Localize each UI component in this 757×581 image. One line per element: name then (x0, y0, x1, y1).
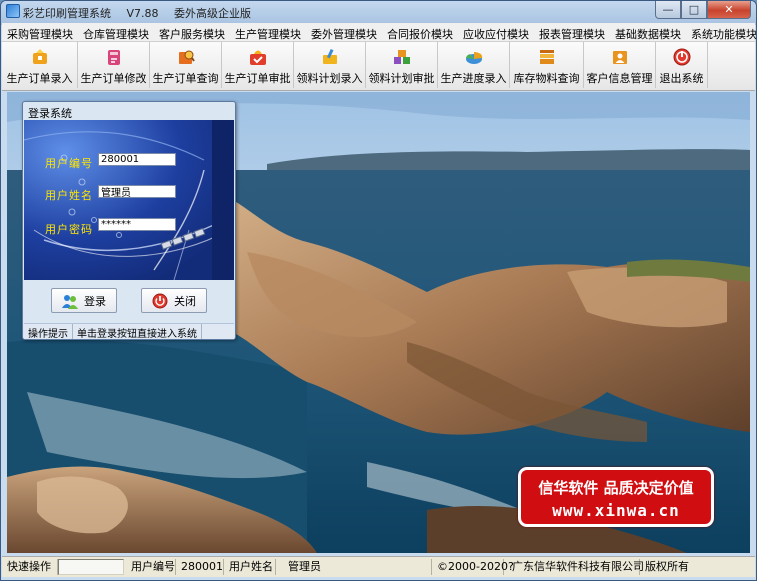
material-approve-icon (393, 50, 410, 64)
order-approve-icon (249, 50, 266, 65)
maximize-button[interactable]: □ (681, 1, 707, 19)
menu-production[interactable]: 生产管理模块 (230, 23, 306, 41)
hint-text: 单击登录按钮直接进入系统 (73, 324, 202, 340)
power-icon (152, 293, 168, 308)
users-icon (62, 294, 78, 309)
menu-reports[interactable]: 报表管理模块 (534, 23, 610, 41)
status-company: 广东信华软件科技有限公司 (504, 559, 644, 575)
menu-outsourcing[interactable]: 委外管理模块 (306, 23, 382, 41)
user-name-input[interactable] (98, 185, 176, 198)
status-user-name-value: 管理员 (276, 559, 432, 575)
customer-icon (612, 51, 627, 64)
toolbar-progress-button[interactable]: 生产进度录入 (438, 42, 510, 88)
toolbar-label: 生产订单录入 (6, 72, 73, 85)
status-user-id-value: 280001 (176, 559, 224, 575)
login-banner: 用户编号 用户姓名 用户密码 (24, 120, 234, 280)
promo-url: www.xinwa.cn (552, 501, 680, 520)
menu-bar: 采购管理模块 仓库管理模块 客户服务模块 生产管理模块 委外管理模块 合同报价模… (2, 23, 756, 42)
status-bar: 快速操作 用户编号 280001 用户姓名 管理员 ©2000-2020? 广东… (2, 556, 755, 577)
cancel-button-label: 关闭 (174, 294, 196, 308)
status-copyright: ©2000-2020? (432, 559, 514, 575)
menu-system[interactable]: 系统功能模块 (686, 23, 756, 41)
hint-label: 操作提示 (24, 324, 73, 340)
toolbar-label: 生产进度录入 (440, 72, 507, 85)
material-plan-icon (322, 48, 337, 64)
status-rights: 版权所有 (645, 560, 689, 573)
user-name-label: 用户姓名 (45, 189, 93, 202)
status-quick-ops[interactable]: 快速操作 (2, 559, 58, 575)
toolbar-label: 客户信息管理 (586, 72, 653, 85)
minimize-button[interactable]: — (655, 1, 681, 19)
menu-purchase[interactable]: 采购管理模块 (2, 23, 78, 41)
toolbar-order-entry-button[interactable]: 生产订单录入 (2, 42, 78, 88)
toolbar-order-query-button[interactable]: 生产订单查询 (150, 42, 222, 88)
main-window: 彩艺印刷管理系统 V7.88 委外高级企业版 — □ ✕ 采购管理模块 仓库管理… (0, 0, 757, 581)
promo-slogan: 信华软件 品质决定价值 (538, 479, 694, 497)
toolbar-material-approve-button[interactable]: 领料计划审批 (366, 42, 438, 88)
promo-banner: 信华软件 品质决定价值 www.xinwa.cn (518, 467, 714, 527)
login-dialog-title: 登录系统 (28, 107, 72, 120)
password-label: 用户密码 (45, 223, 93, 236)
app-name: 彩艺印刷管理系统 (23, 7, 111, 20)
toolbar-material-plan-button[interactable]: 领料计划录入 (294, 42, 366, 88)
close-button[interactable]: ✕ (707, 1, 751, 19)
menu-base-data[interactable]: 基础数据模块 (610, 23, 686, 41)
progress-icon (465, 51, 482, 64)
title-bar[interactable]: 彩艺印刷管理系统 V7.88 委外高级企业版 — □ ✕ (1, 1, 756, 23)
app-edition: 委外高级企业版 (174, 7, 252, 20)
app-icon (6, 4, 20, 18)
cancel-button[interactable]: 关闭 (141, 288, 207, 313)
toolbar-label: 生产订单查询 (152, 72, 219, 85)
status-user-name-label: 用户姓名 (224, 559, 276, 575)
toolbar-inventory-button[interactable]: 库存物料查询 (510, 42, 584, 88)
toolbar-order-edit-button[interactable]: 生产订单修改 (78, 42, 150, 88)
order-edit-icon (107, 50, 120, 65)
toolbar-customer-button[interactable]: 客户信息管理 (584, 42, 656, 88)
menu-receivable-payable[interactable]: 应收应付模块 (458, 23, 534, 41)
toolbar-label: 生产订单审批 (224, 72, 291, 85)
login-hint-bar: 操作提示 单击登录按钮直接进入系统 (24, 323, 234, 340)
toolbar-order-approve-button[interactable]: 生产订单审批 (222, 42, 294, 88)
user-id-input[interactable] (98, 153, 176, 166)
login-dialog: 登录系统 用户编号 280001 用户姓名 管理员 用户密码 ****** 登录… (22, 101, 236, 340)
login-button[interactable]: 登录 (51, 288, 117, 313)
toolbar-label: 退出系统 (659, 72, 704, 85)
exit-icon (673, 48, 690, 66)
order-query-icon (178, 50, 195, 64)
toolbar: 生产订单录入 生产订单修改 生产订单查询 生产订单审批 领料计划录入 领料计划审… (2, 42, 755, 91)
menu-contract-quote[interactable]: 合同报价模块 (382, 23, 458, 41)
toolbar-label: 库存物料查询 (513, 72, 580, 85)
inventory-icon (539, 50, 554, 64)
status-user-id-label: 用户编号 (126, 559, 176, 575)
order-entry-icon (32, 49, 47, 64)
menu-customer-service[interactable]: 客户服务模块 (154, 23, 230, 41)
user-id-label: 用户编号 (45, 157, 93, 170)
window-title: 彩艺印刷管理系统 V7.88 委外高级企业版 (23, 5, 263, 21)
status-quick-ops-field (58, 559, 124, 575)
toolbar-exit-button[interactable]: 退出系统 (656, 42, 708, 88)
login-button-label: 登录 (84, 294, 106, 308)
menu-warehouse[interactable]: 仓库管理模块 (78, 23, 154, 41)
password-input[interactable] (98, 218, 176, 231)
app-version: V7.88 (126, 7, 159, 20)
toolbar-label: 领料计划审批 (368, 72, 435, 85)
toolbar-label: 领料计划录入 (296, 72, 363, 85)
toolbar-label: 生产订单修改 (80, 72, 147, 85)
